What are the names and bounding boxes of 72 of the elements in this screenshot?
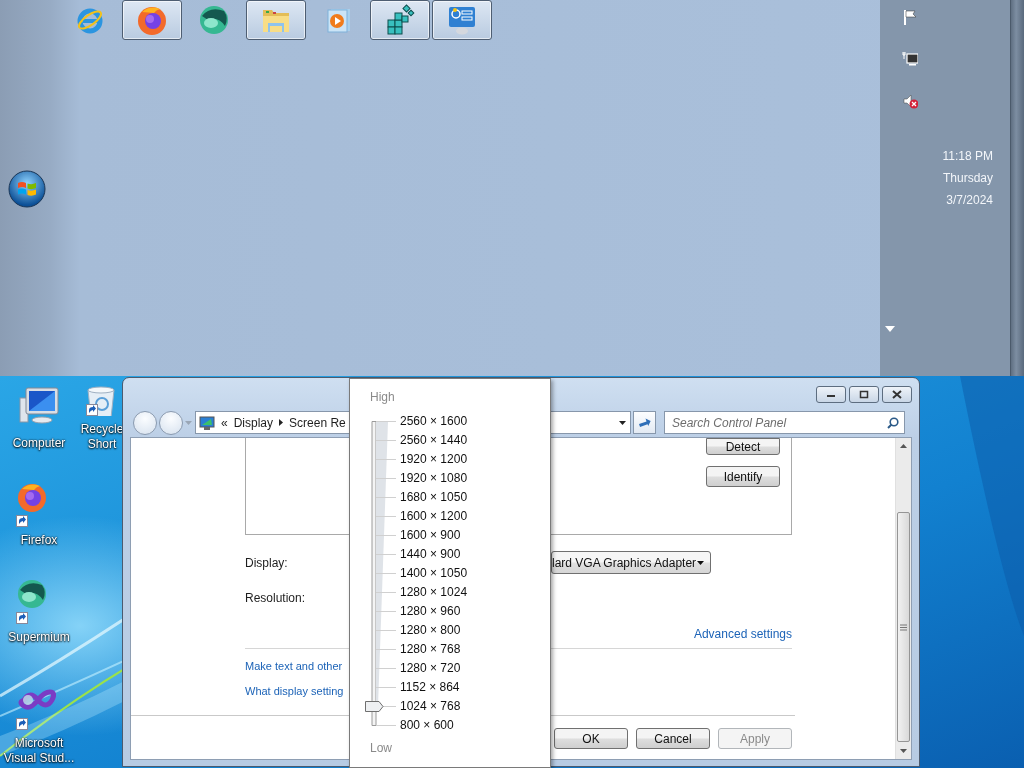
- breadcrumb-item[interactable]: Display: [233, 415, 274, 430]
- clock-time: 11:18 PM: [942, 149, 993, 164]
- dialog-button[interactable]: OK: [554, 728, 628, 749]
- breadcrumb-item[interactable]: Screen Re: [289, 415, 346, 430]
- resolution-option[interactable]: 1440 × 900: [400, 545, 550, 564]
- resolution-option[interactable]: 1280 × 800: [400, 621, 550, 640]
- resolution-option[interactable]: 1920 × 1200: [400, 450, 550, 469]
- resolution-option[interactable]: 1024 × 768: [400, 697, 550, 716]
- arrow-up-icon: [900, 444, 907, 449]
- identify-button[interactable]: Identify: [706, 466, 780, 487]
- resolution-option[interactable]: 1600 × 1200: [400, 507, 550, 526]
- resolution-option[interactable]: 1920 × 1080: [400, 469, 550, 488]
- taskbar-button[interactable]: [246, 0, 306, 40]
- clock-day: Thursday: [942, 171, 993, 186]
- search-icon: [887, 417, 899, 429]
- field-label: Display:: [245, 555, 289, 570]
- flame-globe-icon: [136, 4, 168, 36]
- search-field[interactable]: Search Control Panel: [664, 411, 905, 434]
- desktop-icon[interactable]: Microsoft Visual Stud...: [1, 684, 77, 766]
- caret-icon: [618, 420, 626, 425]
- resolution-option[interactable]: 1280 × 960: [400, 602, 550, 621]
- resolution-option[interactable]: 1280 × 720: [400, 659, 550, 678]
- cubes-icon: [384, 4, 416, 36]
- display-dropdown[interactable]: lard VGA Graphics Adapter: [551, 551, 711, 574]
- resolution-option[interactable]: 2560 × 1600: [400, 412, 550, 431]
- scale-label: Low: [369, 741, 392, 756]
- taskbar-button[interactable]: [432, 0, 492, 40]
- field-label: Resolution:: [245, 590, 307, 605]
- refresh-icon: [637, 416, 652, 429]
- grip-icon: [900, 623, 907, 631]
- scale-label: High: [369, 390, 395, 405]
- caret-icon: [697, 560, 704, 565]
- network-icon[interactable]: [902, 51, 918, 67]
- help-link[interactable]: Make text and other: [245, 659, 343, 674]
- chevron-down-icon[interactable]: [885, 326, 895, 332]
- arrow-down-icon: [900, 748, 907, 753]
- advanced-settings-link[interactable]: Advanced settings: [693, 627, 792, 641]
- back-button[interactable]: [133, 410, 157, 435]
- scrollbar-thumb[interactable]: [897, 511, 910, 743]
- dialog-button[interactable]: Cancel: [636, 728, 710, 749]
- clock-date: 3/7/2024: [946, 193, 993, 208]
- slider-track[interactable]: [365, 421, 397, 726]
- monitor-icon: [199, 414, 215, 431]
- flag-icon[interactable]: [902, 9, 918, 25]
- slider-thumb[interactable]: [365, 701, 384, 712]
- taskbar-button[interactable]: [370, 0, 430, 40]
- maximize-icon: [859, 390, 869, 399]
- taskbar-button[interactable]: [122, 0, 182, 40]
- resolution-option[interactable]: 1680 × 1050: [400, 488, 550, 507]
- resolution-option[interactable]: 1152 × 864: [400, 678, 550, 697]
- minimize-button[interactable]: [816, 386, 846, 403]
- resolution-option[interactable]: 1280 × 768: [400, 640, 550, 659]
- scrollbar[interactable]: [895, 438, 911, 759]
- close-button[interactable]: [882, 386, 912, 403]
- resolution-option[interactable]: 1400 × 1050: [400, 564, 550, 583]
- resolution-option[interactable]: 2560 × 1440: [400, 431, 550, 450]
- chevron-right-icon: [279, 419, 284, 426]
- forward-button[interactable]: [159, 410, 183, 435]
- close-icon: [892, 390, 902, 399]
- detect-button[interactable]: Detect: [706, 438, 780, 455]
- speaker-muted-icon[interactable]: [902, 93, 918, 109]
- caret-icon: [185, 420, 192, 425]
- resolution-option[interactable]: 800 × 600: [400, 716, 550, 735]
- help-link[interactable]: What display setting: [245, 684, 344, 699]
- resolution-option[interactable]: 1600 × 900: [400, 526, 550, 545]
- refresh-button[interactable]: [633, 411, 656, 434]
- breadcrumb-overflow[interactable]: «: [221, 415, 228, 430]
- resolution-option[interactable]: 1280 × 1024: [400, 583, 550, 602]
- start-button[interactable]: [8, 170, 46, 208]
- control-panel-icon: [446, 4, 478, 36]
- sphere-icon: [198, 4, 230, 36]
- maximize-button[interactable]: [849, 386, 879, 403]
